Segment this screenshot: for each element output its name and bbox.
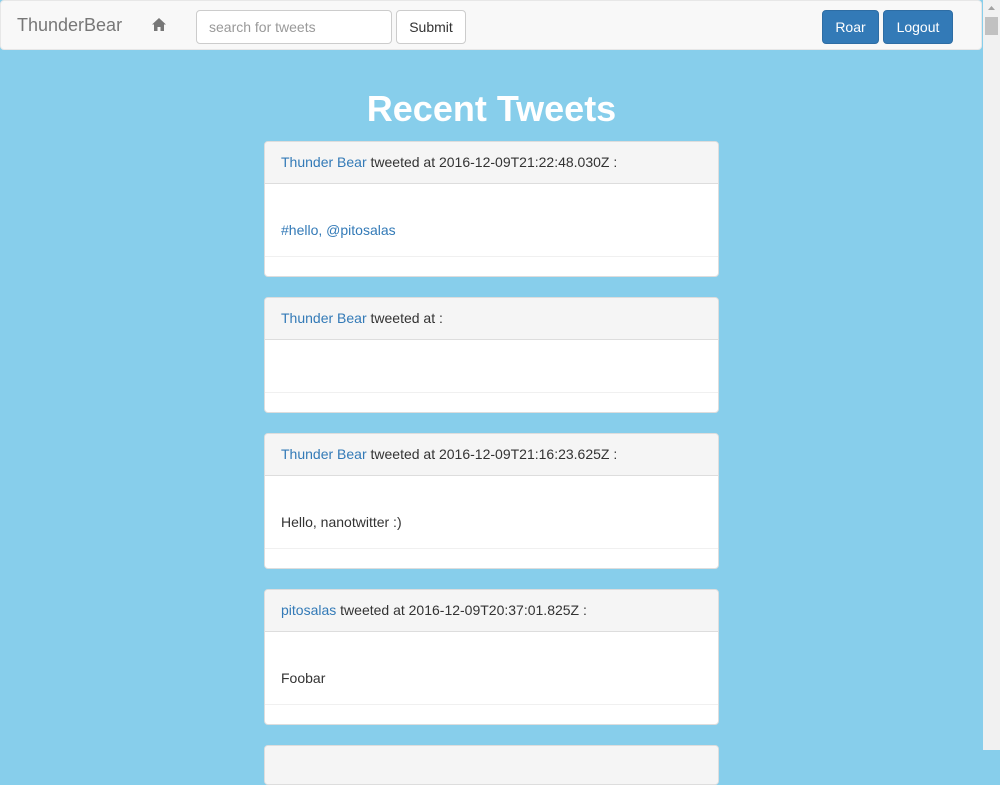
tweet-header: pitosalas tweeted at 2016-12-09T20:37:01… xyxy=(265,590,718,632)
tweet-author-link[interactable]: Thunder Bear xyxy=(281,446,367,462)
tweet-header: Thunder Bear tweeted at 2016-12-09T21:16… xyxy=(265,434,718,476)
mention-link[interactable]: @pitosalas xyxy=(326,222,395,238)
tweet-author-link[interactable]: Thunder Bear xyxy=(281,310,367,326)
tweet-divider xyxy=(265,704,718,705)
tweet-meta: tweeted at : xyxy=(366,310,443,326)
home-icon[interactable] xyxy=(151,17,167,33)
search-input[interactable] xyxy=(196,10,392,44)
tweet-card: pitosalas tweeted at 2016-12-09T20:37:01… xyxy=(264,589,719,725)
scroll-thumb[interactable] xyxy=(985,17,998,35)
tweet-body: Hello, nanotwitter :) xyxy=(281,514,402,530)
page-title: Recent Tweets xyxy=(366,88,617,129)
brand-link[interactable]: ThunderBear xyxy=(17,15,122,36)
scroll-up-arrow-icon[interactable] xyxy=(983,0,1000,17)
submit-button[interactable]: Submit xyxy=(396,10,466,44)
logout-button[interactable]: Logout xyxy=(883,10,953,44)
tweet-author-link[interactable]: pitosalas xyxy=(281,602,336,618)
tweet-meta: tweeted at 2016-12-09T21:22:48.030Z : xyxy=(366,154,618,170)
tweet-divider xyxy=(265,548,718,549)
tweet-card: Thunder Bear tweeted at 2016-12-09T21:22… xyxy=(264,141,719,277)
tweet-header xyxy=(265,746,718,784)
tweet-header: Thunder Bear tweeted at : xyxy=(265,298,718,340)
tweet-card: Thunder Bear tweeted at : xyxy=(264,297,719,413)
scrollbar[interactable] xyxy=(983,0,1000,750)
tweet-card: Thunder Bear tweeted at 2016-12-09T21:16… xyxy=(264,433,719,569)
navbar: ThunderBear Submit Roar Logout xyxy=(0,0,982,50)
tweet-divider xyxy=(265,256,718,257)
hashtag-link[interactable]: #hello xyxy=(281,222,318,238)
tweet-body: Foobar xyxy=(281,670,326,686)
roar-button[interactable]: Roar xyxy=(822,10,879,44)
tweet-meta: tweeted at 2016-12-09T20:37:01.825Z : xyxy=(336,602,587,618)
tweet-card xyxy=(264,745,719,785)
tweet-meta: tweeted at 2016-12-09T21:16:23.625Z : xyxy=(366,446,618,462)
tweet-body: #hello, @pitosalas xyxy=(281,222,396,238)
tweet-author-link[interactable]: Thunder Bear xyxy=(281,154,367,170)
tweet-header: Thunder Bear tweeted at 2016-12-09T21:22… xyxy=(265,142,718,184)
tweet-divider xyxy=(265,392,718,393)
tweet-separator: , xyxy=(318,222,327,238)
